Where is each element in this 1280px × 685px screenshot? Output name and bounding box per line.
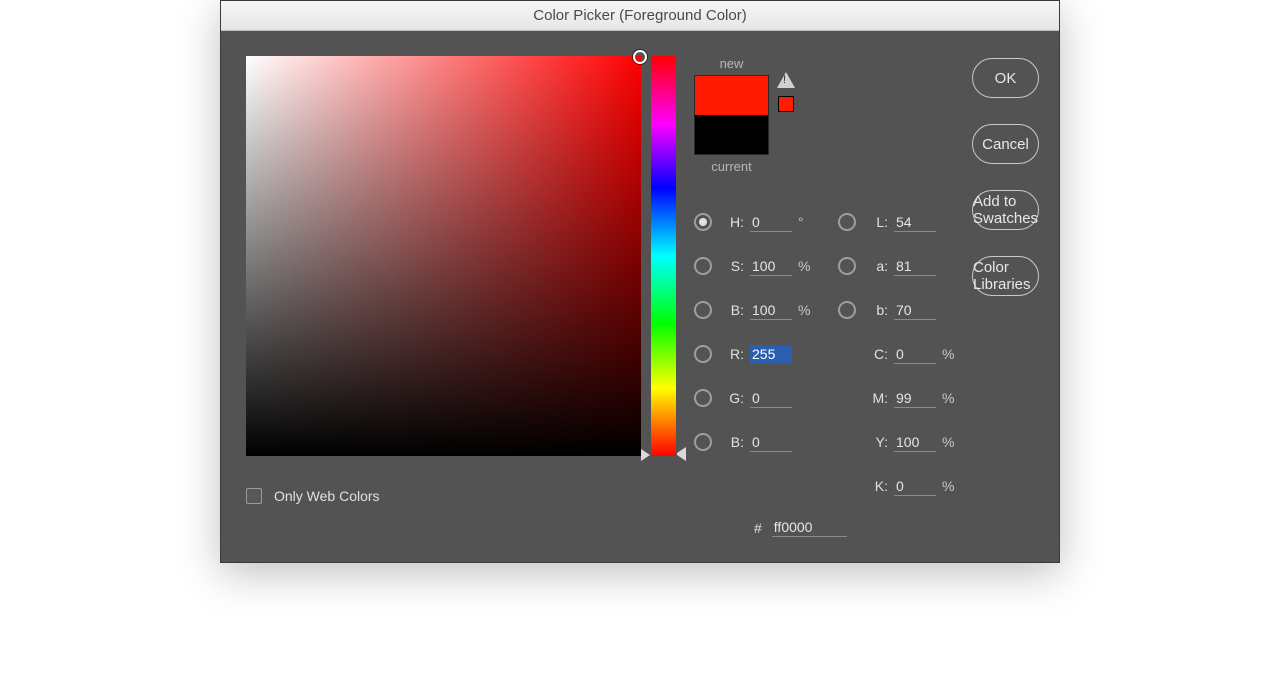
brightness-label: B: — [722, 302, 744, 318]
ok-button[interactable]: OK — [972, 58, 1039, 98]
hue-unit: ° — [798, 214, 816, 230]
saturation-label: S: — [722, 258, 744, 274]
hue-slider[interactable] — [651, 56, 676, 456]
only-web-colors-checkbox[interactable] — [246, 488, 262, 504]
lab-l-label: L: — [866, 214, 888, 230]
cmyk-y-label: Y: — [866, 434, 888, 450]
lab-a-radio[interactable] — [838, 257, 856, 275]
cmyk-m-label: M: — [866, 390, 888, 406]
hue-radio[interactable] — [694, 213, 712, 231]
cmyk-k-label: K: — [866, 478, 888, 494]
cmyk-y-input[interactable]: 100 — [894, 433, 936, 452]
blue-radio[interactable] — [694, 433, 712, 451]
gamut-warning-icon[interactable] — [777, 72, 795, 88]
saturation-radio[interactable] — [694, 257, 712, 275]
hex-input[interactable]: ff0000 — [772, 518, 847, 537]
color-picker-dialog: Color Picker (Foreground Color) Only Web… — [220, 0, 1060, 563]
hue-slider-thumb-right[interactable] — [491, 447, 686, 461]
hex-label: # — [754, 520, 762, 536]
hue-input[interactable]: 0 — [750, 213, 792, 232]
cmyk-k-input[interactable]: 0 — [894, 477, 936, 496]
color-field[interactable] — [246, 56, 641, 456]
green-input[interactable]: 0 — [750, 389, 792, 408]
red-input[interactable]: 255 — [750, 345, 792, 364]
only-web-colors-label: Only Web Colors — [274, 488, 380, 504]
cmyk-m-unit: % — [942, 390, 960, 406]
red-label: R: — [722, 346, 744, 362]
dialog-title: Color Picker (Foreground Color) — [533, 7, 746, 24]
swatch-new-label: new — [720, 56, 744, 71]
lab-b-radio[interactable] — [838, 301, 856, 319]
cmyk-c-label: C: — [866, 346, 888, 362]
cmyk-c-input[interactable]: 0 — [894, 345, 936, 364]
color-field-cursor[interactable] — [633, 50, 647, 64]
saturation-unit: % — [798, 258, 816, 274]
add-to-swatches-button[interactable]: Add to Swatches — [972, 190, 1039, 230]
swatch-current-label: current — [711, 159, 751, 174]
green-radio[interactable] — [694, 389, 712, 407]
red-radio[interactable] — [694, 345, 712, 363]
lab-b-input[interactable]: 70 — [894, 301, 936, 320]
blue-input[interactable]: 0 — [750, 433, 792, 452]
cmyk-m-input[interactable]: 99 — [894, 389, 936, 408]
blue-label: B: — [722, 434, 744, 450]
web-safe-warning-icon[interactable] — [778, 96, 794, 112]
cancel-button[interactable]: Cancel — [972, 124, 1039, 164]
hue-label: H: — [722, 214, 744, 230]
lab-l-radio[interactable] — [838, 213, 856, 231]
brightness-unit: % — [798, 302, 816, 318]
cmyk-k-unit: % — [942, 478, 960, 494]
lab-a-label: a: — [866, 258, 888, 274]
lab-b-label: b: — [866, 302, 888, 318]
brightness-input[interactable]: 100 — [750, 301, 792, 320]
color-swatch — [694, 75, 769, 155]
lab-a-input[interactable]: 81 — [894, 257, 936, 276]
swatch-new-color[interactable] — [695, 76, 768, 115]
cmyk-y-unit: % — [942, 434, 960, 450]
color-libraries-button[interactable]: Color Libraries — [972, 256, 1039, 296]
cmyk-c-unit: % — [942, 346, 960, 362]
green-label: G: — [722, 390, 744, 406]
lab-l-input[interactable]: 54 — [894, 213, 936, 232]
saturation-input[interactable]: 100 — [750, 257, 792, 276]
swatch-current-color[interactable] — [695, 115, 768, 154]
brightness-radio[interactable] — [694, 301, 712, 319]
dialog-titlebar[interactable]: Color Picker (Foreground Color) — [221, 1, 1059, 31]
